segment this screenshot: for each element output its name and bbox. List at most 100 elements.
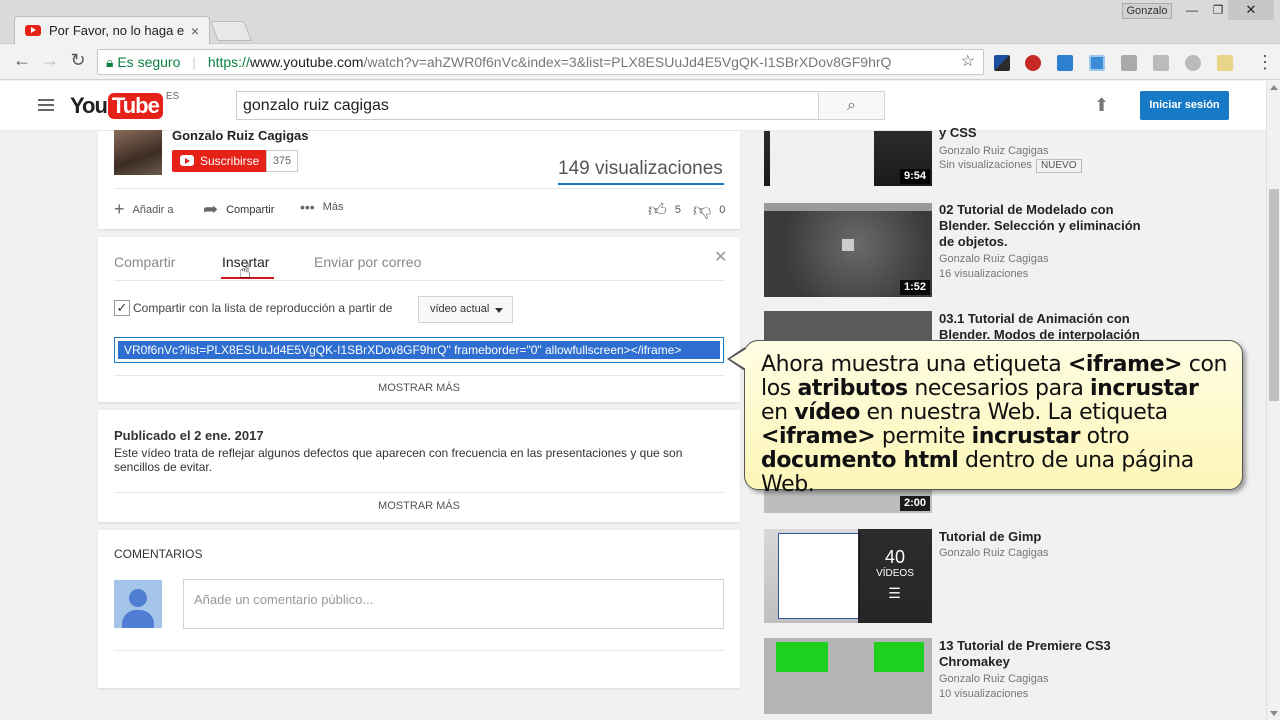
scrollbar-thumb[interactable]	[1269, 189, 1279, 401]
like-ratio-bar	[558, 183, 724, 185]
url-host: www.youtube.com	[249, 54, 364, 70]
thumbnail-toolbar	[764, 203, 932, 211]
like-button[interactable]: 👍︎ 5	[648, 199, 681, 221]
callout-bold: <iframe>	[1067, 352, 1183, 377]
extension-icon[interactable]	[1185, 55, 1201, 71]
tab-strip: Por Favor, no lo haga en × Gonzalo — ❐ ✕	[0, 0, 1280, 44]
extension-icon[interactable]	[1089, 55, 1105, 71]
adblock-extension-icon[interactable]	[1025, 55, 1041, 71]
checkbox-label: Compartir con la lista de reproducción a…	[133, 301, 393, 315]
close-panel-icon[interactable]: ✕	[714, 247, 727, 267]
tab-title: Por Favor, no lo haga en	[49, 23, 185, 38]
playlist-count: 40	[884, 547, 906, 567]
video-title[interactable]: 03.1 Tutorial de Animación con Blender. …	[939, 311, 1149, 341]
channel-avatar[interactable]	[114, 130, 162, 175]
reload-icon[interactable]: ↻	[66, 50, 90, 71]
callout-text: permite	[875, 424, 972, 449]
callout-bold: incrustar	[971, 424, 1081, 449]
dropdown-value: vídeo actual	[430, 303, 490, 315]
video-duration: 9:54	[899, 169, 930, 184]
thumbnail-cube	[842, 239, 854, 251]
search-input[interactable]: gonzalo ruiz cagigas	[236, 91, 819, 120]
profile-button[interactable]: Gonzalo	[1122, 3, 1172, 19]
browser-menu-icon[interactable]: ⋮	[1256, 52, 1274, 73]
video-thumbnail[interactable]: 9:54	[764, 131, 932, 186]
youtube-logo[interactable]: You Tube ES	[70, 91, 179, 119]
video-title[interactable]: 02 Tutorial de Modelado con Blender. Sel…	[939, 202, 1149, 250]
video-thumbnail[interactable]	[764, 638, 932, 714]
tab-compartir[interactable]: Compartir	[114, 254, 175, 270]
hand-cursor-icon: ☝︎	[239, 261, 252, 283]
start-from-dropdown[interactable]: vídeo actual	[418, 296, 513, 323]
secure-label: Es seguro	[117, 54, 181, 70]
playlist-thumbnail[interactable]: 40 VÍDEOS ☰	[764, 529, 932, 623]
search-button[interactable]: ⌕	[818, 91, 885, 120]
show-more-button[interactable]: MOSTRAR MÁS	[359, 382, 479, 394]
share-label: Compartir	[226, 203, 275, 216]
upload-icon[interactable]: ⬆	[1094, 95, 1109, 116]
logo-you: You	[70, 93, 108, 118]
video-title[interactable]: 13 Tutorial de Premiere CS3 Chromakey	[939, 638, 1149, 670]
extension-icon[interactable]	[994, 55, 1010, 71]
playlist-title[interactable]: Tutorial de Gimp	[939, 529, 1149, 545]
window-close-button[interactable]: ✕	[1228, 0, 1274, 20]
add-to-button[interactable]: + Añadir a	[114, 199, 174, 220]
extension-icon[interactable]	[1153, 55, 1169, 71]
url-scheme: https://	[207, 54, 250, 70]
new-tab-button[interactable]	[210, 21, 252, 41]
extension-icon[interactable]	[1217, 55, 1233, 71]
callout-text: en	[761, 400, 795, 425]
dislike-button[interactable]: 👎︎ 0	[693, 199, 725, 221]
tab-close-icon[interactable]: ×	[191, 23, 199, 39]
callout-text: Ahora muestra una etiqueta	[761, 352, 1068, 377]
minimize-button[interactable]: —	[1180, 3, 1204, 19]
callout-bold: atributos	[797, 376, 908, 401]
share-button[interactable]: ➦ Compartir	[203, 199, 274, 220]
more-button[interactable]: ••• Más	[300, 199, 344, 215]
video-views: Sin visualizaciones	[939, 159, 1032, 171]
new-badge: NUEVO	[1035, 159, 1082, 173]
address-bar[interactable]: 🔒︎ Es seguro | https://www.youtube.com/w…	[97, 49, 984, 75]
address-separator: |	[192, 54, 196, 70]
bookmark-star-icon[interactable]: ☆	[961, 50, 975, 74]
playlist-checkbox[interactable]: ✓	[114, 300, 130, 316]
subscribe-button[interactable]: Suscribirse	[172, 150, 266, 172]
thumbnail-image	[770, 131, 874, 186]
user-avatar	[114, 580, 162, 628]
thumbnail-dialog	[778, 533, 860, 619]
browser-toolbar: ← → ↻ 🔒︎ Es seguro | https://www.youtube…	[0, 44, 1280, 80]
show-more-description-button[interactable]: MOSTRAR MÁS	[359, 500, 479, 512]
extension-icon[interactable]	[1121, 55, 1137, 71]
forward-icon[interactable]: →	[38, 50, 62, 71]
embed-code-field[interactable]: VR0f6nVc?list=PLX8ESUuJd4E5VgQK-I1SBrXDo…	[114, 337, 724, 363]
plus-icon: +	[114, 199, 125, 219]
back-icon[interactable]: ←	[10, 50, 34, 71]
youtube-header: You Tube ES gonzalo ruiz cagigas ⌕ ⬆ Ini…	[0, 81, 1266, 131]
video-duration: 2:00	[899, 496, 930, 511]
video-channel: Gonzalo Ruiz Cagigas	[939, 253, 1049, 265]
callout-text: otro	[1080, 424, 1130, 449]
maximize-button[interactable]: ❐	[1206, 3, 1230, 19]
scroll-up-icon[interactable]	[1270, 85, 1278, 90]
tutorial-callout: Ahora muestra una etiqueta <iframe> con …	[744, 340, 1243, 497]
dislike-count: 0	[719, 204, 726, 216]
signin-button[interactable]: Iniciar sesión	[1140, 91, 1229, 120]
tab-enviar-por-correo[interactable]: Enviar por correo	[314, 254, 421, 270]
guide-menu-icon[interactable]	[38, 99, 54, 111]
video-thumbnail[interactable]	[764, 311, 932, 341]
browser-tab[interactable]: Por Favor, no lo haga en ×	[14, 16, 210, 44]
comment-input[interactable]: Añade un comentario público...	[183, 579, 724, 629]
video-title[interactable]: y CSS	[939, 125, 1149, 141]
playlist-channel: Gonzalo Ruiz Cagigas	[939, 547, 1049, 559]
channel-name[interactable]: Gonzalo Ruiz Cagigas	[172, 128, 309, 143]
scroll-down-icon[interactable]	[1270, 711, 1278, 716]
video-thumbnail[interactable]: 1:52	[764, 203, 932, 297]
lock-icon: 🔒︎	[106, 54, 114, 70]
chevron-down-icon	[495, 308, 503, 313]
callout-bold: incrustar	[1090, 376, 1199, 401]
extension-icon[interactable]	[1057, 55, 1073, 71]
page-scrollbar[interactable]	[1266, 81, 1280, 720]
video-info-card	[98, 131, 740, 229]
video-channel: Gonzalo Ruiz Cagigas	[939, 673, 1049, 685]
callout-text: en nuestra Web. La etiqueta	[859, 400, 1169, 425]
